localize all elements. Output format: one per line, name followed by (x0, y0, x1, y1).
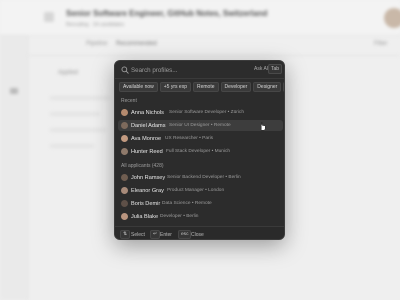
enter-hint-label: Enter (160, 231, 172, 238)
background-row (50, 112, 100, 116)
avatar (121, 122, 128, 129)
search-icon (121, 66, 129, 74)
chip-designer[interactable]: Designer (253, 82, 282, 92)
avatar (121, 187, 128, 194)
list-item[interactable]: John Ramsey Senior Backend Developer • B… (118, 172, 283, 183)
applicant-name: Boris Demir (131, 200, 161, 207)
background-filter: Applied (58, 70, 79, 76)
background-title: Senior Software Engineer, GitHub Notes, … (66, 9, 268, 18)
list-item[interactable]: Anna Nichols Senior Software Developer •… (118, 107, 283, 118)
list-item[interactable]: Julia Blake Developer • Berlin (118, 211, 283, 222)
avatar (121, 200, 128, 207)
applicant-meta: Senior Backend Developer • Berlin (167, 175, 241, 180)
applicant-meta: Product Manager • London (167, 188, 225, 193)
applicant-name: John Ramsey (131, 174, 166, 181)
filter-chips: Available now +5 yrs exp Remote Developer De… (119, 82, 284, 94)
sidebar-icon (10, 88, 18, 94)
select-hint-label: Select (131, 231, 145, 238)
enter-key-hint: ↵ (150, 230, 161, 239)
applicant-name: Daniel Adams (131, 122, 166, 129)
applicant-name: Eleanor Gray (131, 187, 164, 194)
applicant-meta: Senior UI Designer • Remote (169, 123, 231, 128)
section-label-recent: Recent (121, 98, 137, 104)
background-row (50, 96, 110, 100)
applicant-meta: Senior Software Developer • Zürich (169, 110, 244, 115)
background-row (50, 128, 106, 132)
background-tab: Recommended (116, 41, 157, 47)
chip-more[interactable]: Mo (283, 82, 284, 92)
profile-search-palette: Ask AI Tab Available now+5 yrs expRemote… (114, 60, 285, 240)
applicant-name: Anna Nichols (131, 109, 164, 116)
avatar (121, 213, 128, 220)
tab-key-hint: Tab (268, 64, 283, 74)
keyboard-hints-footer: ⇅ Select ↵ Enter esc Close (115, 226, 284, 239)
search-row: Ask AI Tab (115, 61, 284, 79)
applicant-meta: UX Researcher • Paris (165, 136, 214, 141)
search-input[interactable] (131, 64, 241, 76)
background-tab: Pipeline (86, 41, 108, 47)
avatar (121, 148, 128, 155)
chip-experience[interactable]: +5 yrs exp (159, 82, 191, 92)
chip-developer[interactable]: Developer (220, 82, 252, 92)
applicant-meta: Data Science • Remote (162, 201, 212, 206)
app-logo (44, 12, 54, 22)
select-key-hint: ⇅ (120, 230, 131, 239)
chip-remote[interactable]: Remote (192, 82, 219, 92)
list-item[interactable]: Ava Monroe UX Researcher • Paris (118, 133, 283, 144)
background-tab: Filter (374, 41, 388, 47)
list-item[interactable]: Eleanor Gray Product Manager • London (118, 185, 283, 196)
applicant-meta: Full Stack Developer • Munich (166, 149, 231, 154)
ask-ai-button[interactable]: Ask AI (254, 66, 268, 72)
esc-hint-label: Close (191, 231, 204, 238)
background-topbar: Senior Software Engineer, GitHub Notes, … (0, 0, 400, 36)
background-tabbar: Pipeline Recommended Filter (28, 36, 400, 56)
chip-available-now[interactable]: Available now (119, 82, 158, 92)
avatar (121, 109, 128, 116)
avatar (121, 135, 128, 142)
esc-key-hint: esc (178, 230, 192, 239)
applicant-name: Hunter Reed (131, 148, 163, 155)
list-item[interactable]: Boris Demir Data Science • Remote (118, 198, 283, 209)
background-row (50, 144, 94, 148)
user-avatar (384, 8, 400, 28)
list-item[interactable]: Hunter Reed Full Stack Developer • Munic… (118, 146, 283, 157)
applicant-name: Julia Blake (131, 213, 159, 220)
avatar (121, 174, 128, 181)
section-label-all-applicants: All applicants (428) (121, 163, 164, 169)
applicant-meta: Developer • Berlin (160, 214, 199, 219)
applicant-name: Ava Monroe (131, 135, 162, 142)
mouse-pointer-icon (260, 122, 266, 131)
background-subtitle: Recruiting · 24 candidates (66, 22, 125, 28)
background-sidebar (0, 36, 28, 300)
list-item[interactable]: Daniel Adams Senior UI Designer • Remote (118, 120, 283, 131)
